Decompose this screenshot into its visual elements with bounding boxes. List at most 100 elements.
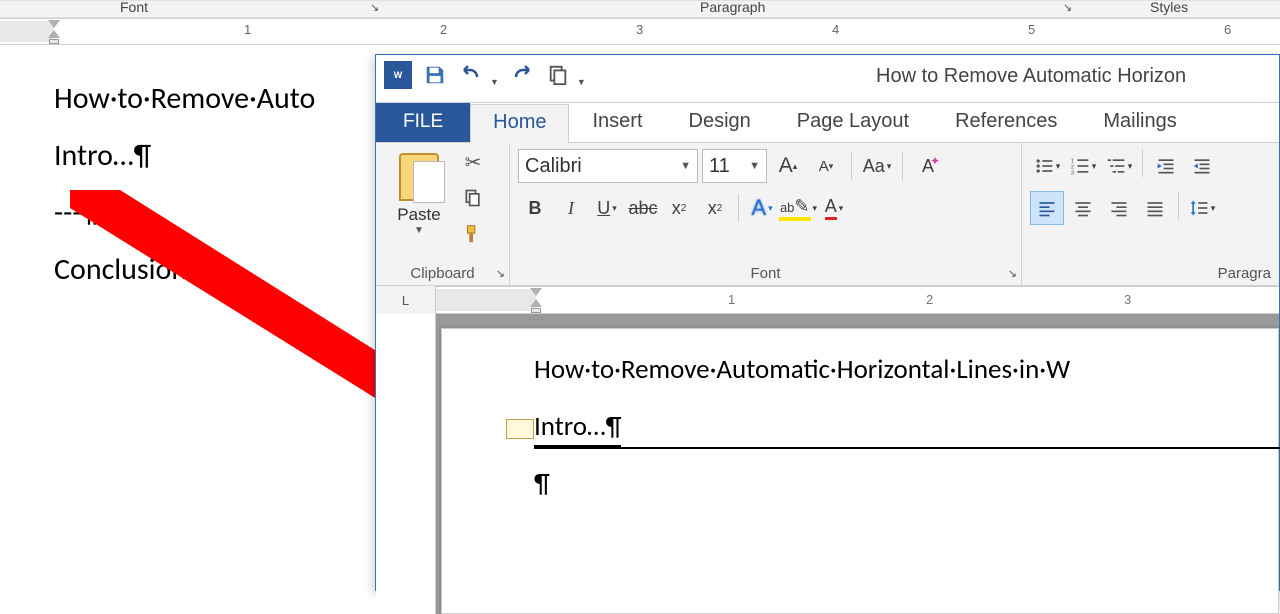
ribbon-tabs: FILE Home Insert Design Page Layout Refe… bbox=[376, 103, 1279, 143]
font-name-combo[interactable]: Calibri ▼ bbox=[518, 149, 698, 183]
tab-file[interactable]: FILE bbox=[376, 103, 470, 142]
align-center-button[interactable] bbox=[1066, 191, 1100, 225]
paragraph-group-label: Paragra bbox=[1030, 265, 1271, 285]
qat-customize-dropdown-icon[interactable]: ▼ bbox=[577, 77, 586, 89]
foreground-document-content[interactable]: How·to·Remove·Automatic·Horizontal·Lines… bbox=[534, 353, 1070, 524]
font-color-button[interactable]: A▾ bbox=[817, 191, 851, 225]
doc-blank-paragraph[interactable]: ¶ bbox=[534, 467, 1070, 500]
font-dialog-launcher-icon[interactable]: ↘ bbox=[370, 1, 384, 15]
subscript-button[interactable]: x2 bbox=[662, 191, 696, 225]
decrease-indent-button[interactable] bbox=[1149, 149, 1183, 183]
superscript-button[interactable]: x2 bbox=[698, 191, 732, 225]
font-group-label: Font ↘ bbox=[518, 265, 1013, 285]
clipboard-group-label: Clipboard ↘ bbox=[384, 265, 501, 285]
multilevel-list-button[interactable]: ▾ bbox=[1102, 149, 1136, 183]
doc-heading-line[interactable]: How·to·Remove·Automatic·Horizontal·Lines… bbox=[534, 353, 1070, 386]
tab-mailings[interactable]: Mailings bbox=[1080, 103, 1199, 142]
doc-dashes-line[interactable]: ---¶ bbox=[54, 194, 315, 231]
paste-button[interactable]: Paste ▼ bbox=[384, 149, 454, 236]
change-case-button[interactable]: Aa▾ bbox=[860, 149, 894, 183]
doc-conclusion-line[interactable]: Conclusion…¶ bbox=[54, 251, 315, 288]
tab-selector[interactable]: L bbox=[376, 286, 436, 314]
ruler-tick-1: 1 bbox=[244, 22, 251, 37]
doc-intro-line[interactable]: Intro…¶ bbox=[54, 137, 315, 174]
document-title: How to Remove Automatic Horizon bbox=[876, 65, 1186, 88]
chevron-down-icon: ▼ bbox=[680, 160, 691, 172]
ribbon-body: Paste ▼ ✂ Clipboard ↘ bbox=[376, 143, 1279, 286]
hanging-indent-marker[interactable] bbox=[530, 299, 542, 307]
ruler-tick-3: 3 bbox=[1124, 292, 1131, 307]
left-indent-marker[interactable] bbox=[49, 39, 59, 44]
highlight-button[interactable]: ab✎▾ bbox=[781, 191, 815, 225]
line-spacing-button[interactable]: ▾ bbox=[1185, 191, 1219, 225]
tab-page-layout[interactable]: Page Layout bbox=[774, 103, 932, 142]
justify-button[interactable] bbox=[1138, 191, 1172, 225]
ruler-tick-6: 6 bbox=[1224, 22, 1231, 37]
first-line-indent-marker[interactable] bbox=[48, 20, 60, 28]
group-paragraph: ▾ 123▾ ▾ bbox=[1022, 143, 1279, 285]
paste-dropdown-icon[interactable]: ▼ bbox=[414, 225, 424, 236]
doc-heading-line[interactable]: How·to·Remove·Auto bbox=[54, 80, 315, 117]
redo-button[interactable] bbox=[509, 62, 535, 88]
title-bar: W ▼ ▼ How to Remove Automatic Horizon bbox=[376, 55, 1279, 103]
automatic-horizontal-line[interactable] bbox=[534, 447, 1280, 449]
increase-indent-button[interactable] bbox=[1185, 149, 1219, 183]
hanging-indent-marker[interactable] bbox=[48, 30, 60, 38]
ruler-tick-1: 1 bbox=[728, 292, 735, 307]
italic-button[interactable]: I bbox=[554, 191, 588, 225]
align-right-button[interactable] bbox=[1102, 191, 1136, 225]
ruler-tick-4: 4 bbox=[832, 22, 839, 37]
autocorrect-options-icon[interactable] bbox=[506, 419, 534, 439]
font-size-combo[interactable]: 11 ▼ bbox=[702, 149, 767, 183]
vertical-ruler-gutter bbox=[376, 314, 436, 614]
foreground-word-window: W ▼ ▼ How to Remove Automatic Horizon FI… bbox=[375, 54, 1280, 591]
group-label-styles: Styles bbox=[1150, 0, 1188, 15]
bullets-button[interactable]: ▾ bbox=[1030, 149, 1064, 183]
tab-home[interactable]: Home bbox=[470, 104, 569, 143]
paragraph-dialog-launcher-icon[interactable]: ↘ bbox=[1063, 1, 1077, 15]
font-dialog-launcher-icon[interactable]: ↘ bbox=[1008, 267, 1017, 280]
numbering-button[interactable]: 123▾ bbox=[1066, 149, 1100, 183]
strike-button[interactable]: abc bbox=[626, 191, 660, 225]
document-page[interactable]: How·to·Remove·Automatic·Horizontal·Lines… bbox=[441, 328, 1279, 614]
grow-font-button[interactable]: A▴ bbox=[771, 149, 805, 183]
svg-text:3: 3 bbox=[1071, 170, 1074, 176]
first-line-indent-marker[interactable] bbox=[530, 288, 542, 296]
copy-button[interactable] bbox=[545, 62, 571, 88]
copy-ribbon-button[interactable] bbox=[460, 185, 486, 211]
clipboard-dialog-launcher-icon[interactable]: ↘ bbox=[496, 267, 505, 280]
tab-insert[interactable]: Insert bbox=[569, 103, 665, 142]
shrink-font-button[interactable]: A▾ bbox=[809, 149, 843, 183]
format-painter-button[interactable] bbox=[460, 221, 486, 247]
left-indent-marker[interactable] bbox=[531, 308, 541, 313]
tab-references[interactable]: References bbox=[932, 103, 1080, 142]
foreground-ruler-row: L 1 2 3 bbox=[376, 286, 1279, 314]
paste-icon bbox=[399, 153, 439, 201]
tab-design[interactable]: Design bbox=[666, 103, 774, 142]
foreground-horizontal-ruler[interactable]: 1 2 3 bbox=[436, 286, 1279, 314]
ruler-tick-5: 5 bbox=[1028, 22, 1035, 37]
cut-button[interactable]: ✂ bbox=[460, 149, 486, 175]
undo-button[interactable] bbox=[458, 62, 484, 88]
group-label-paragraph: Paragraph bbox=[700, 0, 765, 15]
group-label-font: Font bbox=[120, 0, 148, 15]
text-effects-button[interactable]: A▾ bbox=[745, 191, 779, 225]
save-button[interactable] bbox=[422, 62, 448, 88]
doc-intro-line[interactable]: Intro…¶ bbox=[534, 410, 1070, 443]
group-font: Calibri ▼ 11 ▼ A▴ A▾ Aa▾ A✦ bbox=[510, 143, 1022, 285]
background-horizontal-ruler[interactable]: 1 2 3 4 5 6 bbox=[0, 18, 1280, 45]
ruler-tick-2: 2 bbox=[440, 22, 447, 37]
group-clipboard: Paste ▼ ✂ Clipboard ↘ bbox=[376, 143, 510, 285]
word-app-icon[interactable]: W bbox=[384, 61, 412, 89]
ruler-tick-2: 2 bbox=[926, 292, 933, 307]
ruler-tick-3: 3 bbox=[636, 22, 643, 37]
background-ribbon-group-labels: Font ↘ Paragraph ↘ Styles bbox=[0, 0, 1280, 18]
bold-button[interactable]: B bbox=[518, 191, 552, 225]
clear-formatting-button[interactable]: A✦ bbox=[911, 149, 945, 183]
background-document-content[interactable]: How·to·Remove·Auto Intro…¶ ---¶ Conclusi… bbox=[54, 80, 315, 308]
underline-button[interactable]: U▾ bbox=[590, 191, 624, 225]
foreground-document-area: How·to·Remove·Automatic·Horizontal·Lines… bbox=[376, 314, 1279, 614]
chevron-down-icon: ▼ bbox=[749, 160, 760, 172]
align-left-button[interactable] bbox=[1030, 191, 1064, 225]
undo-dropdown-icon[interactable]: ▼ bbox=[490, 77, 499, 89]
